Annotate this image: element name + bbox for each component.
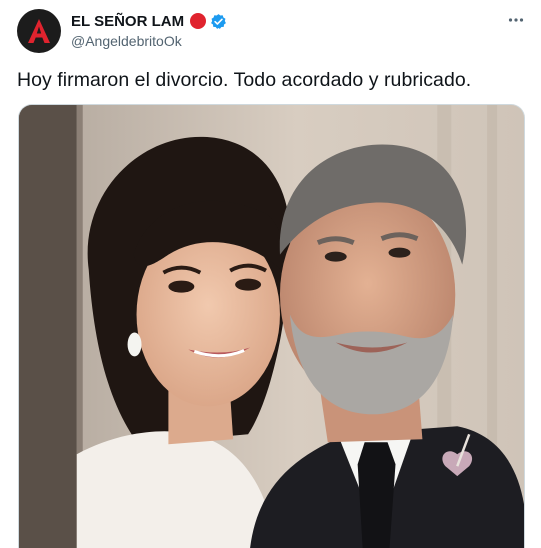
tweet-text: Hoy firmaron el divorcio. Todo acordado … <box>17 69 472 91</box>
brand-logo-icon <box>28 19 50 43</box>
more-horizontal-icon <box>508 18 524 22</box>
tweet-photo[interactable] <box>18 104 525 548</box>
couple-photo-illustration <box>19 105 524 548</box>
red-circle-badge-icon <box>190 13 207 29</box>
author-name-row: EL SEÑOR LAM <box>71 11 227 31</box>
verified-badge-icon <box>210 13 227 30</box>
author-display-name[interactable]: EL SEÑOR LAM <box>71 13 184 30</box>
more-options-button[interactable] <box>506 10 526 30</box>
author-handle[interactable]: @AngeldebritoOk <box>71 33 182 49</box>
avatar[interactable] <box>17 9 61 53</box>
tweet[interactable]: EL SEÑOR LAM @AngeldebritoOk Hoy firmaro… <box>0 0 541 548</box>
